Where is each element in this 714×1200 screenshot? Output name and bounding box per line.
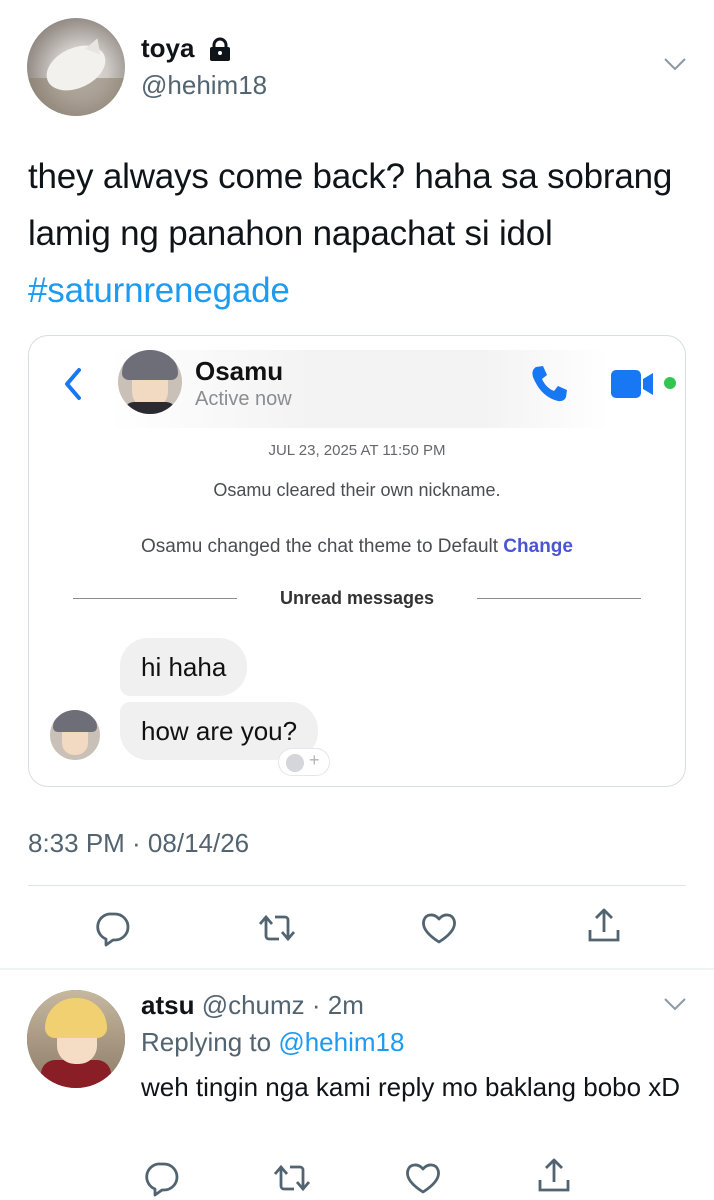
active-dot xyxy=(664,377,676,389)
divider-right xyxy=(477,598,641,599)
smiley-icon xyxy=(286,754,304,772)
reply-icon[interactable] xyxy=(92,908,132,948)
avatar-shirt xyxy=(124,402,176,414)
reaction-button: + xyxy=(278,748,330,776)
chat-timestamp: JUL 23, 2025 AT 11:50 PM xyxy=(268,442,446,459)
chevron-down-icon[interactable] xyxy=(663,996,687,1012)
reply-handle-time: @chumz · 2m xyxy=(194,990,364,1020)
reply-text: weh tingin nga kami reply mo baklang bob… xyxy=(141,1072,681,1102)
tweet-text: they always come back? haha sa sobrang l… xyxy=(28,148,688,319)
share-icon[interactable] xyxy=(584,906,624,946)
change-link: Change xyxy=(503,536,573,557)
replying-to: Replying to @hehim18 xyxy=(141,1027,404,1058)
reply-author-line[interactable]: atsu @chumz · 2m xyxy=(141,990,364,1021)
plus-icon: + xyxy=(309,750,320,770)
mention-link[interactable]: @hehim18 xyxy=(278,1027,404,1057)
message-bubble: hi haha xyxy=(120,638,248,696)
lock-icon xyxy=(210,37,230,61)
author-name[interactable]: toya xyxy=(141,33,194,64)
divider xyxy=(28,885,686,886)
avatar-shirt xyxy=(41,1060,111,1088)
hashtag-link[interactable]: #saturnrenegade xyxy=(28,271,290,310)
section-divider xyxy=(0,968,714,970)
phone-icon xyxy=(532,366,567,402)
message-avatar xyxy=(50,710,100,760)
reply-icon[interactable] xyxy=(141,1158,181,1198)
system-message-text: Osamu changed the chat theme to Default xyxy=(141,536,504,557)
system-message-theme: Osamu changed the chat theme to Default … xyxy=(29,536,685,558)
back-icon xyxy=(65,368,81,400)
avatar-hair xyxy=(122,350,178,380)
avatar-hair xyxy=(53,710,97,732)
like-icon[interactable] xyxy=(419,908,459,948)
tweet-timestamp[interactable]: 8:33 PM · 08/14/26 xyxy=(28,828,249,859)
replying-prefix: Replying to xyxy=(141,1027,279,1057)
chevron-down-icon[interactable] xyxy=(663,56,687,72)
system-message: Osamu cleared their own nickname. xyxy=(213,480,501,500)
contact-avatar xyxy=(118,350,182,414)
contact-status: Active now xyxy=(195,388,292,410)
attached-image[interactable]: Osamu Active now JUL 23, 2025 AT 11:50 P… xyxy=(28,335,686,787)
tweet-text-body: they always come back? haha sa sobrang l… xyxy=(28,157,673,253)
share-icon[interactable] xyxy=(534,1156,574,1196)
retweet-icon[interactable] xyxy=(257,908,297,948)
reply-author-avatar[interactable] xyxy=(27,990,125,1088)
author-handle[interactable]: @hehim18 xyxy=(141,70,267,101)
author-avatar[interactable] xyxy=(27,18,125,116)
contact-name: Osamu xyxy=(195,356,284,386)
retweet-icon[interactable] xyxy=(272,1158,312,1198)
reply-author-name[interactable]: atsu xyxy=(141,990,194,1020)
video-icon xyxy=(611,370,653,398)
like-icon[interactable] xyxy=(403,1158,443,1198)
